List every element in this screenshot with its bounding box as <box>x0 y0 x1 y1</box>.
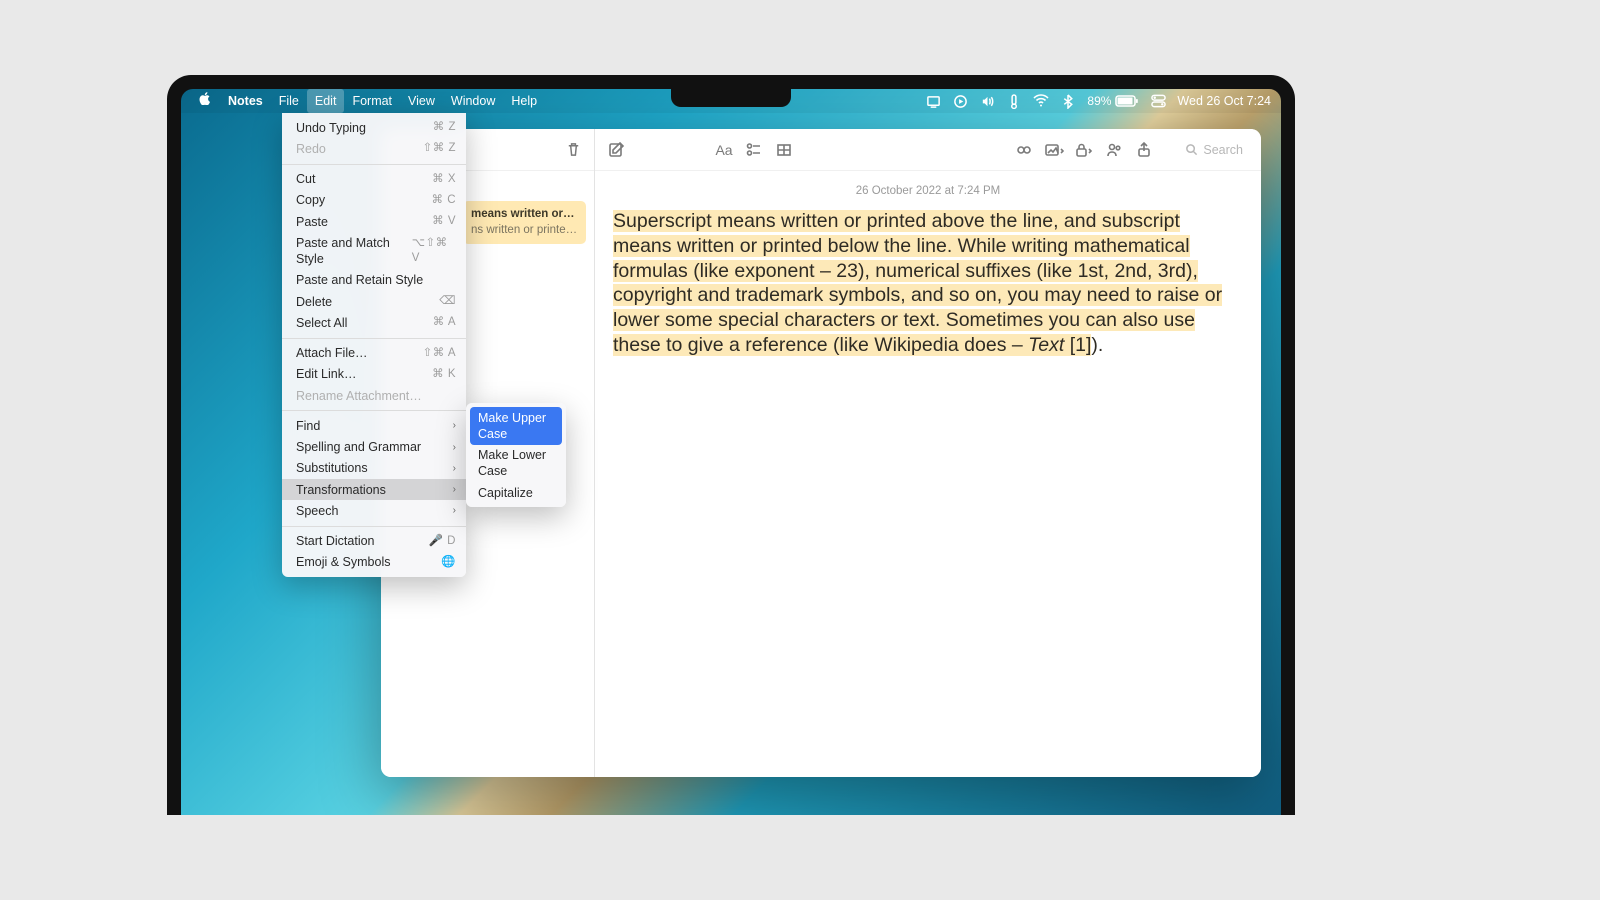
collaborate-icon[interactable] <box>1103 139 1125 161</box>
media-icon[interactable] <box>1043 139 1065 161</box>
menu-file[interactable]: File <box>271 89 307 113</box>
chevron-right-icon: › <box>453 462 456 475</box>
menu-spelling[interactable]: Spelling and Grammar› <box>282 437 466 458</box>
menu-redo: Redo⇧⌘ Z <box>282 138 466 159</box>
note-list-item[interactable]: means written or… ns written or printed… <box>463 201 586 244</box>
menu-transformations[interactable]: Transformations› <box>282 479 466 500</box>
menu-paste-retain[interactable]: Paste and Retain Style <box>282 270 466 291</box>
menu-edit[interactable]: Edit <box>307 89 345 113</box>
menu-separator <box>282 338 466 339</box>
menu-edit-link[interactable]: Edit Link…⌘ K <box>282 364 466 385</box>
menu-format[interactable]: Format <box>344 89 400 113</box>
menu-separator <box>282 526 466 527</box>
laptop-frame: Notes File Edit Format View Window Help … <box>167 75 1295 815</box>
edit-menu-dropdown: Undo Typing⌘ Z Redo⇧⌘ Z Cut⌘ X Copy⌘ C P… <box>282 113 466 577</box>
menu-make-upper-case[interactable]: Make Upper Case <box>470 407 562 445</box>
display-icon[interactable] <box>925 93 941 109</box>
note-item-title: means written or… <box>471 207 578 223</box>
menubar-clock[interactable]: Wed 26 Oct 7:24 <box>1177 94 1271 108</box>
menu-attach-file[interactable]: Attach File…⇧⌘ A <box>282 343 466 364</box>
wifi-icon[interactable] <box>1033 93 1049 109</box>
editor-column: Aa Search 26 October 2022 at 7:24 PM <box>595 129 1261 777</box>
desktop: Notes File Edit Format View Window Help … <box>181 89 1281 815</box>
note-body[interactable]: Superscript means written or printed abo… <box>595 205 1261 376</box>
chevron-right-icon: › <box>453 441 456 454</box>
menu-separator <box>282 410 466 411</box>
battery-status[interactable]: 89% <box>1087 94 1139 108</box>
editor-toolbar: Aa Search <box>595 129 1261 171</box>
menu-make-lower-case[interactable]: Make Lower Case <box>470 445 562 483</box>
battery-temp-icon[interactable] <box>1006 93 1022 109</box>
menu-rename-attachment: Rename Attachment… <box>282 385 466 406</box>
menu-help[interactable]: Help <box>503 89 545 113</box>
transformations-submenu: Make Upper Case Make Lower Case Capitali… <box>466 403 566 507</box>
link-icon[interactable] <box>1013 139 1035 161</box>
menu-emoji-symbols[interactable]: Emoji & Symbols🌐 <box>282 552 466 573</box>
share-icon[interactable] <box>1133 139 1155 161</box>
search-placeholder: Search <box>1203 143 1243 157</box>
bluetooth-icon[interactable] <box>1060 93 1076 109</box>
new-note-icon[interactable] <box>605 139 627 161</box>
menu-window[interactable]: Window <box>443 89 503 113</box>
menu-paste[interactable]: Paste⌘ V <box>282 211 466 232</box>
apple-menu[interactable] <box>191 89 220 113</box>
menu-copy[interactable]: Copy⌘ C <box>282 190 466 211</box>
app-menu-notes[interactable]: Notes <box>220 89 271 113</box>
menu-capitalize[interactable]: Capitalize <box>470 482 562 503</box>
menu-undo[interactable]: Undo Typing⌘ Z <box>282 117 466 138</box>
chevron-right-icon: › <box>453 419 456 432</box>
chevron-right-icon: › <box>453 483 456 496</box>
menu-cut[interactable]: Cut⌘ X <box>282 169 466 190</box>
menu-separator <box>282 164 466 165</box>
screen-mirroring-icon[interactable] <box>952 93 968 109</box>
menu-paste-match[interactable]: Paste and Match Style⌥⇧⌘ V <box>282 232 466 270</box>
search-field[interactable]: Search <box>1177 140 1251 160</box>
chevron-right-icon: › <box>453 504 456 517</box>
volume-icon[interactable] <box>979 93 995 109</box>
table-icon[interactable] <box>773 139 795 161</box>
menu-find[interactable]: Find› <box>282 415 466 436</box>
lock-icon[interactable] <box>1073 139 1095 161</box>
checklist-icon[interactable] <box>743 139 765 161</box>
delete-note-icon[interactable] <box>562 139 584 161</box>
note-date-header: 26 October 2022 at 7:24 PM <box>595 171 1261 205</box>
menu-start-dictation[interactable]: Start Dictation🎤 D <box>282 531 466 552</box>
menu-delete[interactable]: Delete⌫ <box>282 291 466 312</box>
menu-view[interactable]: View <box>400 89 443 113</box>
menu-substitutions[interactable]: Substitutions› <box>282 458 466 479</box>
note-item-preview: ns written or printed… <box>471 223 578 239</box>
display-notch <box>671 89 791 107</box>
selected-text: Superscript means written or printed abo… <box>613 210 1222 356</box>
menu-select-all[interactable]: Select All⌘ A <box>282 312 466 333</box>
control-center-icon[interactable] <box>1150 93 1166 109</box>
battery-percent: 89% <box>1087 94 1111 108</box>
menu-speech[interactable]: Speech› <box>282 500 466 521</box>
font-style-icon[interactable]: Aa <box>713 139 735 161</box>
